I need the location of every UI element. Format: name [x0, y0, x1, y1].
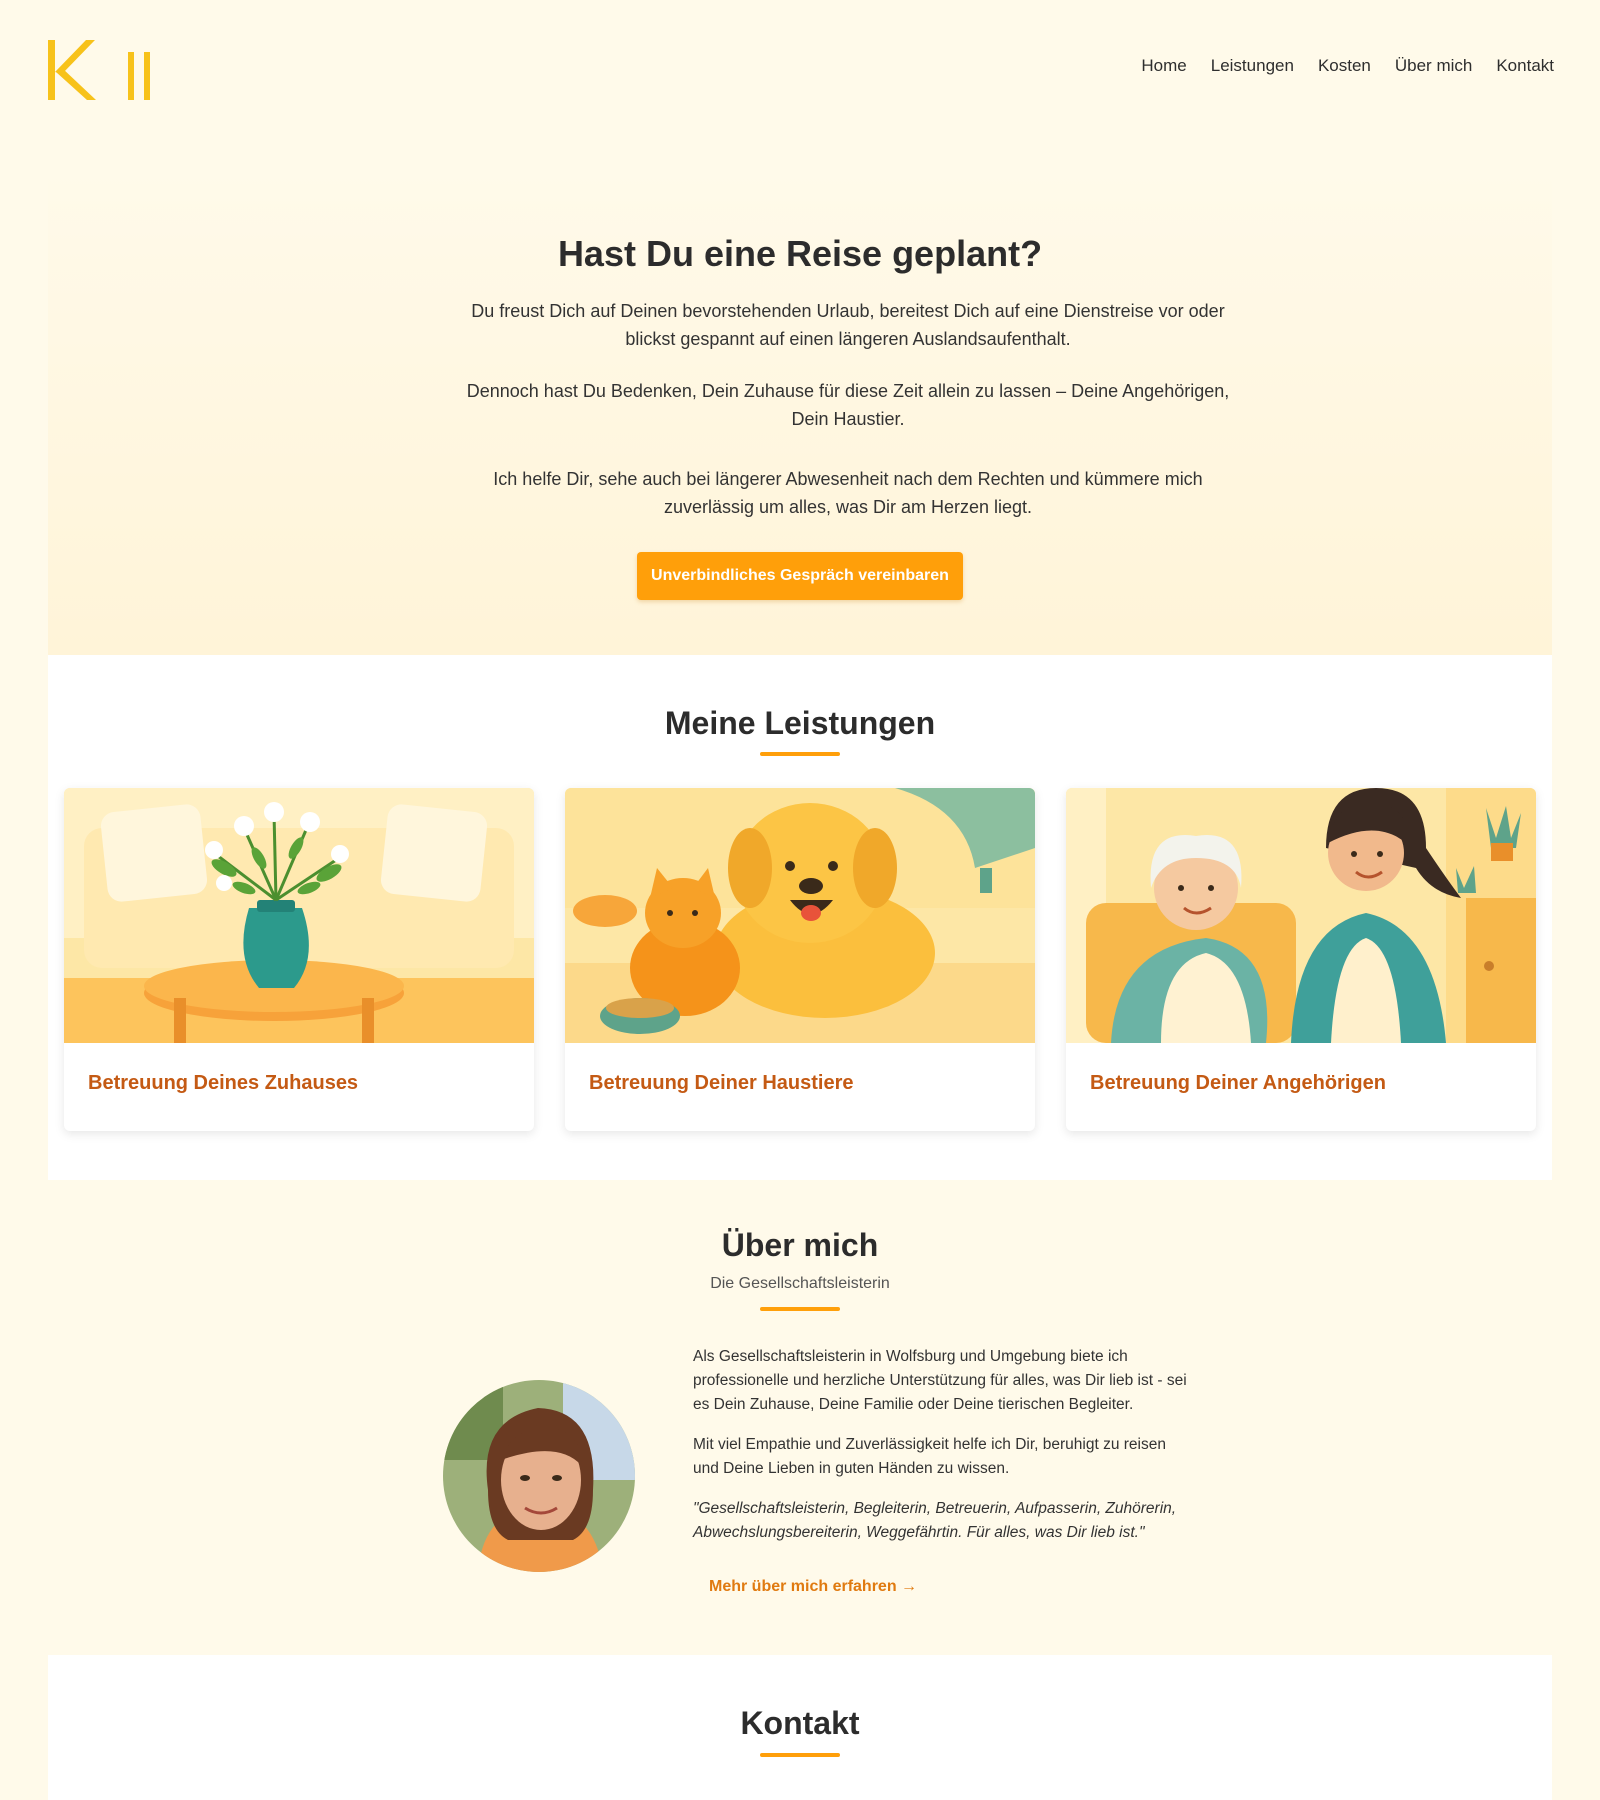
more-about-me-link[interactable]: Mehr über mich erfahren →	[709, 1578, 917, 1596]
about-subtitle: Die Gesellschaftsleisterin	[710, 1275, 890, 1292]
about-title: Über mich	[721, 1227, 879, 1263]
service-card-pets[interactable]: Betreuung Deiner Haustiere	[565, 788, 1035, 1131]
elderly-woman-and-caregiver-illustration	[1066, 788, 1536, 1043]
about-paragraph-2: Mit viel Empathie und Zuverlässigkeit he…	[693, 1436, 1166, 1477]
hero-paragraph-1: Du freust Dich auf Deinen bevorstehenden…	[471, 301, 1225, 349]
hero-paragraph-2: Dennoch hast Du Bedenken, Dein Zuhause f…	[466, 381, 1230, 429]
hero-paragraph-3: Ich helfe Dir, sehe auch bei längerer Ab…	[493, 469, 1203, 517]
contact-section: Kontakt	[48, 1655, 1552, 1800]
about-paragraph-1: Als Gesellschaftsleisterin in Wolfsburg …	[693, 1348, 1187, 1413]
hero-title: Hast Du eine Reise geplant?	[557, 233, 1043, 274]
service-card-title: Betreuung Deines Zuhauses	[88, 1072, 359, 1094]
nav-kosten[interactable]: Kosten	[1318, 56, 1371, 76]
service-card-relatives[interactable]: Betreuung Deiner Angehörigen	[1066, 788, 1536, 1131]
about-text: Als Gesellschaftsleisterin in Wolfsburg …	[693, 1345, 1193, 1561]
title-underline	[760, 1753, 840, 1757]
nav-ueber-mich[interactable]: Über mich	[1395, 56, 1472, 76]
logo[interactable]	[46, 36, 156, 104]
services-section: Meine Leistungen Betreuung Deines Zuhaus…	[48, 655, 1552, 1180]
hero-section: Hast Du eine Reise geplant? Du freust Di…	[48, 165, 1552, 655]
services-title: Meine Leistungen	[664, 705, 936, 741]
service-card-home[interactable]: Betreuung Deines Zuhauses	[64, 788, 534, 1131]
cta-button[interactable]: Unverbindliches Gespräch vereinbaren	[637, 552, 963, 600]
title-underline	[760, 1307, 840, 1311]
nav-leistungen[interactable]: Leistungen	[1211, 56, 1294, 76]
service-card-title: Betreuung Deiner Haustiere	[589, 1072, 854, 1094]
service-card-title: Betreuung Deiner Angehörigen	[1090, 1072, 1386, 1094]
cat-and-dog-illustration	[565, 788, 1035, 1043]
site-header: Home Leistungen Kosten Über mich Kontakt	[0, 0, 1600, 140]
nav-home[interactable]: Home	[1141, 56, 1186, 76]
main-nav: Home Leistungen Kosten Über mich Kontakt	[1141, 56, 1554, 76]
title-underline	[760, 752, 840, 756]
nav-kontakt[interactable]: Kontakt	[1496, 56, 1554, 76]
about-quote: "Gesellschaftsleisterin, Begleiterin, Be…	[693, 1500, 1177, 1541]
avatar	[443, 1380, 635, 1572]
contact-title: Kontakt	[740, 1705, 860, 1741]
vase-on-table-illustration	[64, 788, 534, 1043]
